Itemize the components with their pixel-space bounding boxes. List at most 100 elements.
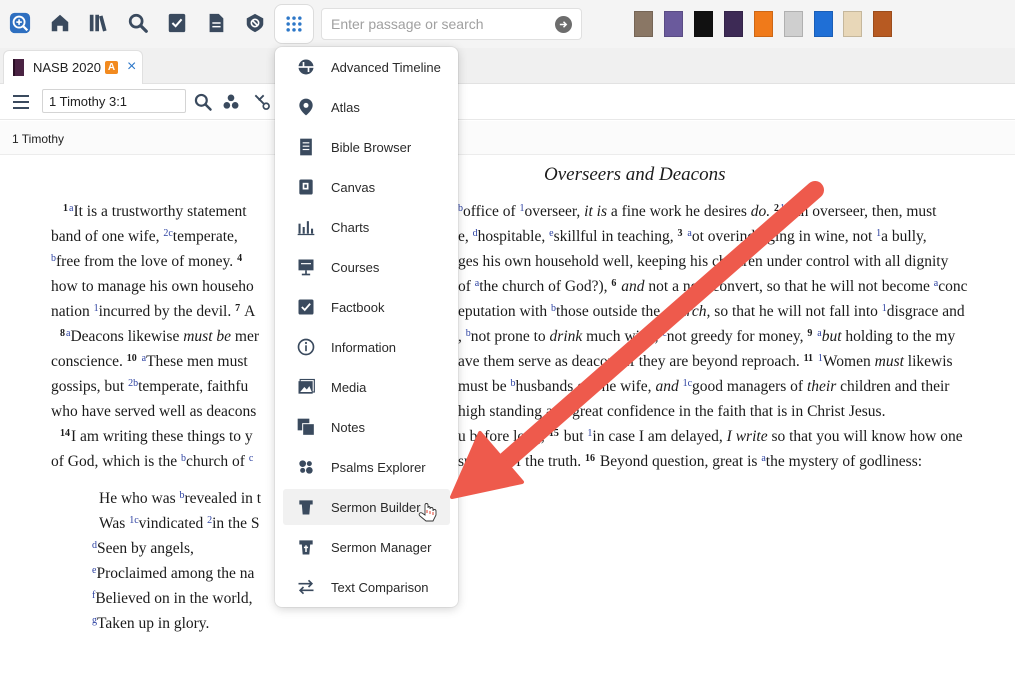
notes-icon [297,418,315,436]
menu-item-label: Sermon Manager [331,540,432,555]
tools-menu: Advanced Timeline Atlas Bible Browser Ca… [275,47,458,607]
checklist-icon[interactable] [162,8,192,38]
menu-item-courses[interactable]: Courses [283,249,450,285]
library-book-thumbnail[interactable] [784,11,803,37]
verse-line: of God, which is the bchurch of c [51,453,254,470]
menu-item-factbook[interactable]: Factbook [283,289,450,325]
menu-item-notes[interactable]: Notes [283,409,450,445]
bible-book-icon [13,59,24,76]
search-icon[interactable] [123,8,153,38]
menu-item-information[interactable]: Information [283,329,450,365]
passage-search-input[interactable] [322,9,542,39]
tab-nasb-2020[interactable]: NASB 2020 A × [3,50,143,84]
verse-line: 1aIt is a trustworthy statement [63,203,247,220]
logos-home-icon[interactable] [5,8,35,38]
library-icon[interactable] [84,8,114,38]
poetry-line: gTaken up in glory. [92,615,210,632]
dots-cluster-icon [299,460,313,474]
menu-item-label: Media [331,380,367,395]
verse-line: ave them serve as deacons if they are be… [458,353,953,370]
passage-search-box[interactable] [321,8,582,40]
home-icon[interactable] [45,8,75,38]
canvas-icon [299,179,313,195]
library-book-thumbnail[interactable] [814,11,833,37]
search-go-icon[interactable] [555,16,572,33]
current-book-label: 1 Timothy [12,132,65,146]
verse-line: gossips, but 2btemperate, faithfu [51,378,249,395]
map-pin-icon [299,98,313,116]
reference-bar [0,84,1015,120]
verse-line: ges his own household well, keeping his … [458,253,949,270]
menu-item-sermon-builder[interactable]: Sermon Builder [283,489,450,525]
panel-menu-icon[interactable] [13,95,29,109]
menu-item-atlas[interactable]: Atlas [283,89,450,125]
menu-item-sermon-manager[interactable]: Sermon Manager [283,529,450,565]
menu-item-charts[interactable]: Charts [283,209,450,245]
menu-item-advanced-timeline[interactable]: Advanced Timeline [283,49,450,85]
menu-item-label: Advanced Timeline [331,60,441,75]
verse-line: support of the truth. 16 Beyond question… [458,453,923,470]
menu-item-label: Sermon Builder [331,500,421,515]
verse-line: conscience. 10 aThese men must [51,353,248,370]
menu-item-label: Notes [331,420,365,435]
library-book-thumbnail[interactable] [634,11,653,37]
verse-line: of athe church of God?), 6 and not a new… [458,278,968,295]
verse-line: nation 1incurred by the devil. 7 A [51,303,256,320]
verse-line: who have served well as deacons [51,403,257,420]
menu-item-psalms-explorer[interactable]: Psalms Explorer [283,449,450,485]
menu-item-label: Bible Browser [331,140,412,155]
visual-filter-icon[interactable] [221,92,241,112]
menu-item-bible-browser[interactable]: Bible Browser [283,129,450,165]
verse-line: 8aDeacons likewise must be mer [60,328,260,345]
menu-item-text-comparison[interactable]: Text Comparison [283,569,450,605]
poetry-line: He who was brevealed in t [99,490,262,507]
menu-item-label: Atlas [331,100,360,115]
verse-line: u before long; 15 but 1in case I am dela… [458,428,963,445]
menu-item-label: Courses [331,260,380,275]
bible-reading-pane[interactable]: Overseers and Deacons 1aIt is a trustwor… [0,156,1015,679]
menu-item-label: Psalms Explorer [331,460,426,475]
tab-label: NASB 2020 [33,60,101,75]
swap-arrows-icon [298,579,314,595]
close-tab-icon[interactable]: × [127,58,136,76]
menu-item-label: Charts [331,220,370,235]
library-book-thumbnail[interactable] [754,11,773,37]
menu-item-label: Text Comparison [331,580,429,595]
poetry-line: fBelieved on in the world, [92,590,253,607]
timeline-icon [298,59,314,75]
reference-input[interactable] [42,89,186,113]
inline-tools-icon[interactable] [252,92,272,112]
verse-line: boffice of 1overseer, it is a fine work … [458,203,937,220]
document-icon[interactable] [201,8,231,38]
verse-line: bfree from the love of money. 4 [51,253,243,270]
verse-line: high standing and great confidence in th… [458,403,886,420]
cross-pulpit-icon [299,540,313,555]
search-icon[interactable] [193,92,213,112]
menu-item-canvas[interactable]: Canvas [283,169,450,205]
verse-line: eputation with bthose outside the church… [458,303,965,320]
library-book-thumbnail[interactable] [664,11,683,37]
library-book-thumbnail[interactable] [873,11,892,37]
verse-line: how to manage his own househo [51,278,254,295]
library-book-thumbnail[interactable] [724,11,743,37]
panel-tab-row: NASB 2020 A × [0,48,1015,84]
verse-line: 14I am writing these things to y [60,428,253,445]
poetry-line: dSeen by angels, [92,540,194,557]
library-book-thumbnail[interactable] [694,11,713,37]
verse-line: , bnot prone to drink much wine, cnot gr… [458,328,956,345]
menu-item-label: Factbook [331,300,385,315]
menu-item-media[interactable]: Media [283,369,450,405]
book-section-bar: 1 Timothy [0,121,1015,155]
pulpit-icon [299,500,313,515]
library-book-thumbnail[interactable] [843,11,862,37]
menu-item-label: Information [331,340,397,355]
verse-line: e, dhospitable, eskillful in teaching, 3… [458,228,927,245]
poetry-line: eProclaimed among the na [92,565,255,582]
shield-icon[interactable] [240,8,270,38]
bar-chart-icon [297,221,315,236]
info-icon [297,338,315,356]
verse-line: must be bhusbands of one wife, and 1cgoo… [458,378,950,395]
main-toolbar [0,0,1015,48]
tools-grid-icon[interactable] [275,5,313,43]
link-set-badge[interactable]: A [105,61,118,74]
